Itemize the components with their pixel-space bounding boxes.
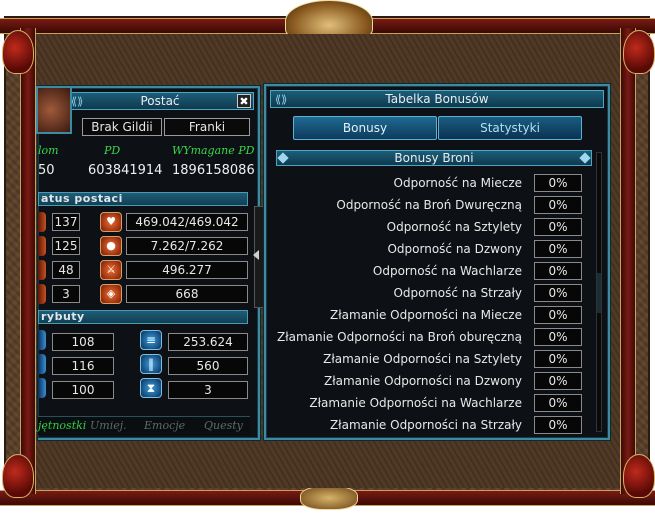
character-window: ⟪⟫ Postać ✖ Brak Gildii Franki lom PD WY…	[36, 86, 260, 440]
guild-name-field: Brak Gildii	[82, 118, 162, 136]
stat-button-edge	[38, 284, 46, 304]
bonus-value: 0%	[534, 262, 582, 280]
character-tabs: jętnostki Umiej. Emocje Questy	[38, 416, 250, 435]
bonus-label: Odporność na Miecze	[393, 176, 522, 190]
scrollbar-thumb[interactable]	[597, 273, 601, 313]
frame-left-rail	[20, 28, 36, 494]
bonus-label: Odporność na Dzwony	[387, 242, 522, 256]
stat-value: 125	[52, 237, 80, 255]
collapse-arrow-icon[interactable]	[253, 250, 259, 260]
level-label: lom	[38, 144, 59, 157]
magic-attack-icon: ≡	[140, 330, 162, 350]
status-section-header: atus postaci	[38, 192, 248, 206]
exp-label: PD	[104, 144, 121, 157]
diamond-icon	[579, 152, 591, 164]
character-name-field: Franki	[164, 118, 250, 136]
magic-defense-value: 560	[168, 357, 248, 375]
stat-button-edge	[38, 236, 46, 256]
bonus-table-window: ⟪⟫ Tabelka Bonusów Bonusy Statystyki Bon…	[264, 84, 610, 440]
tab-statistics[interactable]: Statystyki	[438, 116, 582, 140]
character-titlebar[interactable]: ⟪⟫ Postać ✖	[66, 92, 254, 110]
hourglass-value: 3	[168, 381, 248, 399]
mana-orb-icon: ●	[100, 236, 122, 256]
bonus-label: Złamanie Odporności na Strzały	[329, 418, 522, 432]
window-move-icon[interactable]: ⟪⟫	[275, 92, 287, 108]
bonus-value: 0%	[534, 306, 582, 324]
window-move-icon[interactable]: ⟪⟫	[71, 94, 83, 110]
bonus-window-title: Tabelka Bonusów	[385, 92, 489, 106]
bonus-label: Złamanie Odporności na Wachlarze	[309, 396, 522, 410]
stat-value: 3	[52, 285, 80, 303]
bonus-value: 0%	[534, 218, 582, 236]
bonus-label: Odporność na Sztylety	[386, 220, 522, 234]
level-value: 50	[38, 163, 55, 178]
bonus-label: Odporność na Strzały	[393, 286, 522, 300]
mp-value: 7.262/7.262	[126, 237, 248, 255]
bonus-value: 0%	[534, 240, 582, 258]
bonus-titlebar[interactable]: ⟪⟫ Tabelka Bonusów	[270, 90, 604, 108]
attr-value: 116	[52, 357, 114, 375]
bonus-label: Złamanie Odporności na Miecze	[330, 308, 522, 322]
hp-value: 469.042/469.042	[126, 213, 248, 231]
hourglass-icon: ⧗	[140, 378, 162, 398]
dragon-ornament-icon	[623, 30, 655, 74]
stat-button-edge	[38, 212, 46, 232]
shield-icon: ◈	[100, 284, 122, 304]
bonus-value: 0%	[534, 350, 582, 368]
diamond-icon	[277, 152, 289, 164]
magic-attack-value: 253.624	[168, 333, 248, 351]
bonus-value: 0%	[534, 328, 582, 346]
attack-icon: ⚔	[100, 260, 122, 280]
close-button[interactable]: ✖	[237, 94, 251, 108]
bonus-value: 0%	[534, 174, 582, 192]
tab-quests[interactable]: Questy	[204, 417, 243, 435]
dragon-ornament-icon	[623, 454, 655, 498]
dragon-ornament-icon	[2, 454, 34, 498]
bonus-value: 0%	[534, 372, 582, 390]
bonus-value: 0%	[534, 416, 582, 434]
attr-value: 108	[52, 333, 114, 351]
required-exp-value: 1896158086	[172, 163, 255, 178]
bonus-label: Złamanie Odporności na Broń oburęczną	[276, 330, 522, 344]
bonus-value: 0%	[534, 394, 582, 412]
attr-button-edge	[38, 330, 46, 350]
bonus-scrollbar[interactable]	[596, 152, 602, 432]
bonus-label: Złamanie Odporności na Dzwony	[323, 374, 522, 388]
tab-bonuses[interactable]: Bonusy	[293, 116, 437, 140]
bottom-ornament-icon	[300, 486, 358, 510]
attributes-section-header: rybuty	[38, 310, 248, 324]
tab-skills[interactable]: Umiej.	[90, 417, 127, 435]
bonus-label: Złamanie Odporności na Sztylety	[323, 352, 522, 366]
heart-icon: ♥	[100, 212, 122, 232]
bonus-label: Odporność na Broń Dwuręczną	[336, 198, 522, 212]
bonus-value: 0%	[534, 284, 582, 302]
stat-button-edge	[38, 260, 46, 280]
magic-defense-icon: ‖	[140, 354, 162, 374]
exp-value: 603841914	[88, 163, 163, 178]
avatar	[36, 86, 72, 134]
tab-skills-points[interactable]: jętnostki	[38, 417, 86, 435]
tab-emotes[interactable]: Emocje	[144, 417, 185, 435]
frame-right-rail	[620, 28, 636, 494]
dragon-ornament-icon	[2, 30, 34, 74]
attr-button-edge	[38, 354, 46, 374]
defense-value: 668	[126, 285, 248, 303]
attr-button-edge	[38, 378, 46, 398]
character-window-title: Postać	[140, 94, 180, 108]
bonus-value: 0%	[534, 196, 582, 214]
stat-value: 48	[52, 261, 80, 279]
weapon-bonus-header[interactable]: Bonusy Broni	[276, 150, 592, 166]
attack-value: 496.277	[126, 261, 248, 279]
bonus-label: Odporność na Wachlarze	[372, 264, 522, 278]
required-exp-label: WYmagane PD	[172, 144, 255, 157]
weapon-bonus-title: Bonusy Broni	[394, 151, 474, 165]
attr-value: 100	[52, 381, 114, 399]
stat-value: 137	[52, 213, 80, 231]
